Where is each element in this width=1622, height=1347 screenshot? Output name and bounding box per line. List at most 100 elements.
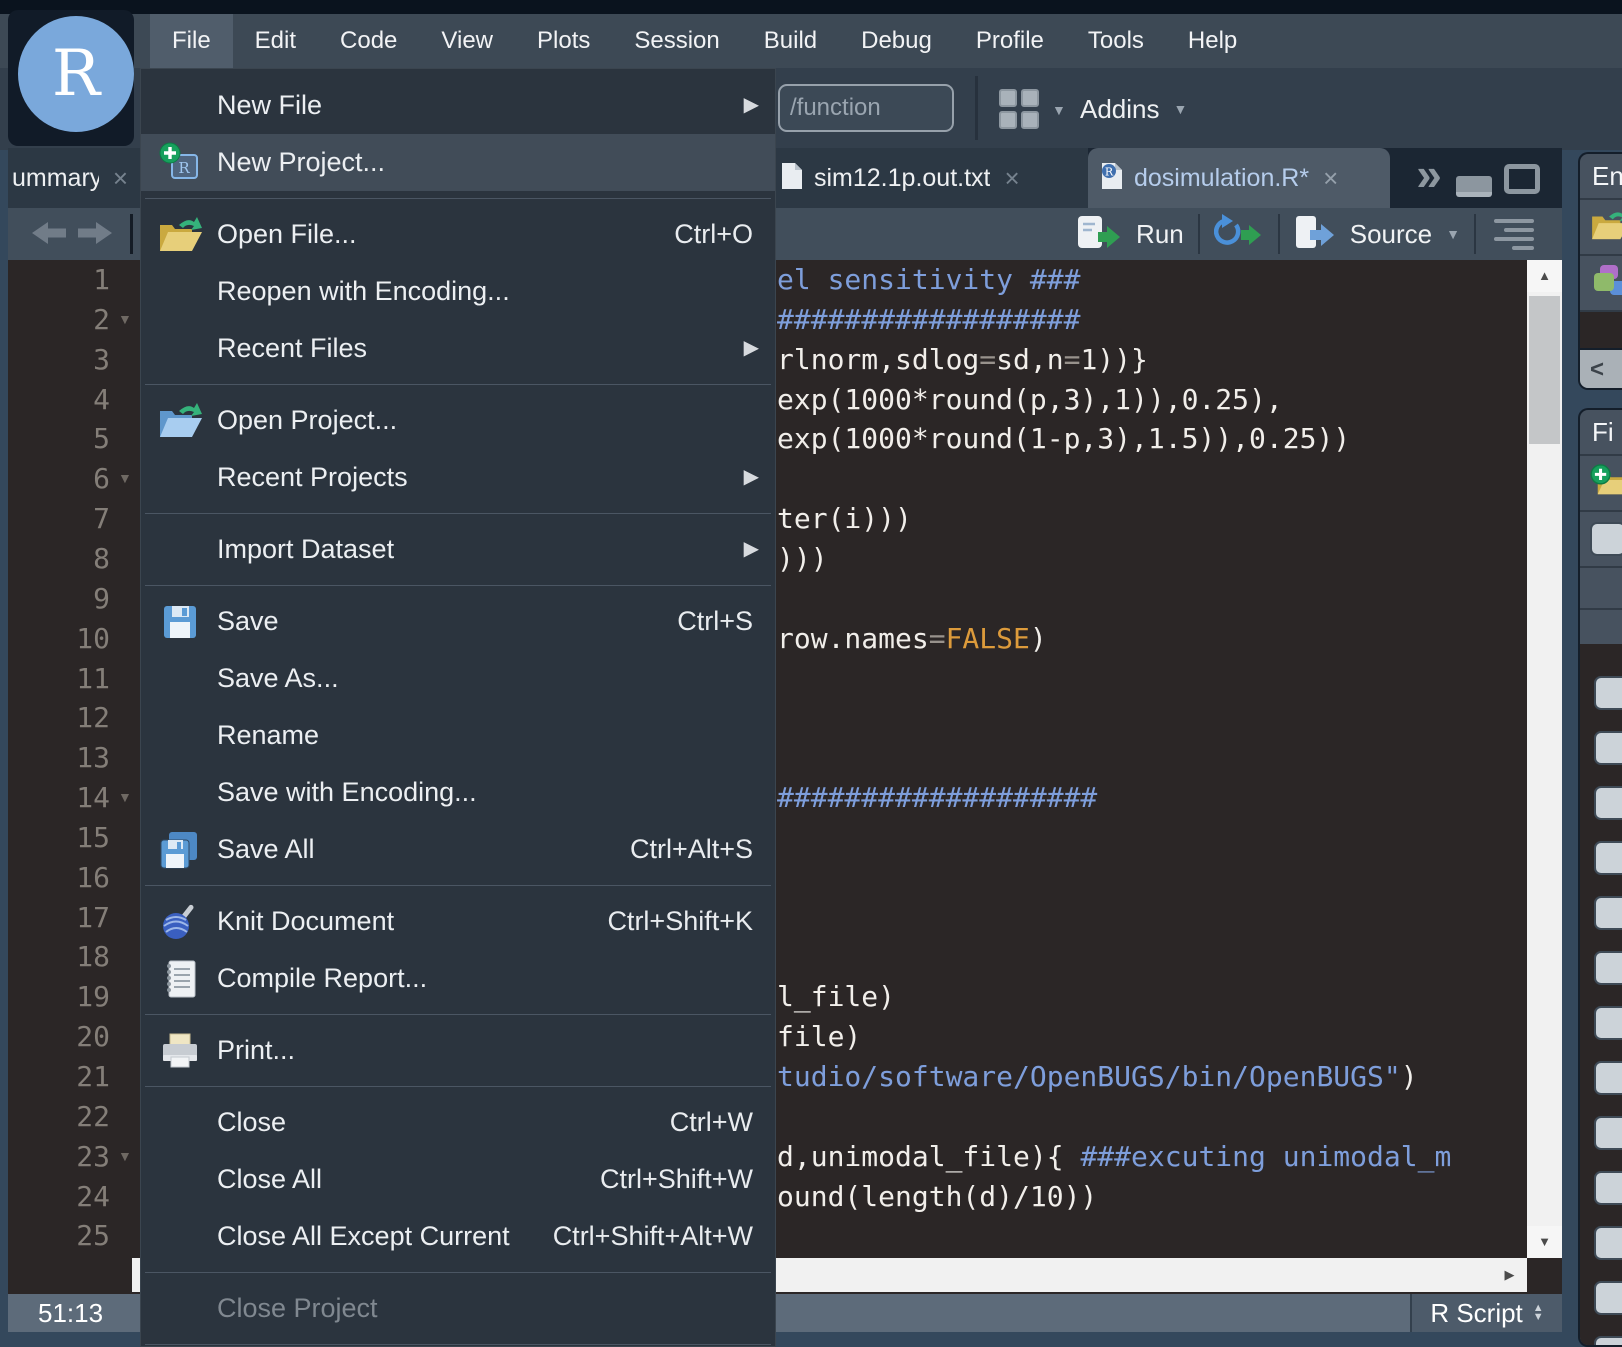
code-text: ################## — [777, 300, 1080, 340]
menu-item-save-all[interactable]: Save AllCtrl+Alt+S — [141, 821, 775, 878]
file-row-checkbox[interactable] — [1594, 731, 1622, 765]
source-icon[interactable] — [1294, 214, 1336, 255]
menubar-item-profile[interactable]: Profile — [954, 14, 1066, 68]
file-menu-dropdown: New File▶RNew Project... Open File... Ctrl… — [140, 68, 776, 1347]
select-all-checkbox[interactable] — [1580, 512, 1622, 568]
import-dataset-button[interactable] — [1580, 256, 1622, 312]
maximize-pane-icon[interactable] — [1504, 164, 1540, 194]
minimize-pane-icon[interactable] — [1456, 176, 1492, 197]
menu-item-close[interactable]: CloseCtrl+W — [141, 1094, 775, 1151]
run-button[interactable]: Run — [1136, 219, 1184, 250]
menubar-item-code[interactable]: Code — [318, 14, 419, 68]
fold-marker-icon[interactable]: ▼ — [118, 459, 132, 499]
nav-back-button[interactable]: < — [1580, 350, 1622, 390]
forward-icon[interactable] — [76, 220, 114, 251]
line-number: 17 — [8, 898, 110, 938]
tab-sim-output[interactable]: sim12.1p.out.txt × — [768, 148, 1088, 208]
menu-item-save[interactable]: SaveCtrl+S — [141, 593, 775, 650]
scroll-down-icon[interactable]: ▼ — [1527, 1226, 1562, 1258]
menubar-item-debug[interactable]: Debug — [839, 14, 954, 68]
fold-marker-icon[interactable]: ▼ — [118, 1137, 132, 1177]
menu-item-print[interactable]: Print... — [141, 1022, 775, 1079]
file-row-checkbox[interactable] — [1594, 951, 1622, 985]
menu-item-label: Close — [217, 1094, 286, 1151]
file-type-selector[interactable]: R Script ▲▼ — [1412, 1294, 1562, 1332]
file-row-checkbox[interactable] — [1594, 1116, 1622, 1150]
tab-summary[interactable]: ummary.R × — [8, 148, 140, 208]
file-type-caret-icon: ▲▼ — [1533, 1304, 1544, 1322]
tab-overflow-chevron-icon[interactable]: » — [1402, 148, 1456, 208]
back-icon[interactable] — [30, 220, 68, 251]
file-row-checkbox[interactable] — [1594, 1281, 1622, 1315]
fold-marker-icon[interactable]: ▼ — [118, 300, 132, 340]
code-text: l_file) — [777, 977, 895, 1017]
menu-item-new-file[interactable]: New File▶ — [141, 77, 775, 134]
scroll-up-icon[interactable]: ▲ — [1527, 260, 1562, 292]
menu-item-recent-files[interactable]: Recent Files▶ — [141, 320, 775, 377]
r-logo-avatar: R — [18, 16, 134, 132]
line-number: 16 — [8, 858, 110, 898]
new-folder-button[interactable] — [1580, 456, 1622, 512]
load-workspace-button[interactable] — [1580, 200, 1622, 256]
menu-item-reopen-with-encoding[interactable]: Reopen with Encoding... — [141, 263, 775, 320]
file-row-checkbox[interactable] — [1594, 1226, 1622, 1260]
menu-item-compile-report[interactable]: Compile Report... — [141, 950, 775, 1007]
menubar-item-file[interactable]: File — [150, 14, 233, 68]
rerun-icon[interactable] — [1214, 213, 1264, 256]
file-row-checkbox[interactable] — [1594, 786, 1622, 820]
menu-item-close-all-except-current[interactable]: Close All Except CurrentCtrl+Shift+Alt+W — [141, 1208, 775, 1265]
addins-button[interactable]: Addins ▼ — [1080, 68, 1187, 150]
source-button[interactable]: Source — [1350, 219, 1432, 250]
file-row-checkbox[interactable] — [1594, 1006, 1622, 1040]
menu-item-open-project[interactable]: Open Project... — [141, 392, 775, 449]
tab-dosimulation[interactable]: R dosimulation.R* × — [1088, 148, 1390, 208]
menubar-item-build[interactable]: Build — [742, 14, 839, 68]
menubar-item-help[interactable]: Help — [1166, 14, 1259, 68]
submenu-arrow-icon: ▶ — [744, 449, 759, 506]
menu-item-rename[interactable]: Rename — [141, 707, 775, 764]
menubar-item-view[interactable]: View — [419, 14, 515, 68]
menu-item-label: Compile Report... — [217, 950, 427, 1007]
tab-dosimulation-close-icon[interactable]: × — [1323, 163, 1338, 194]
menu-item-label: Knit Document — [217, 893, 394, 950]
tab-summary-close-icon[interactable]: × — [113, 163, 128, 194]
menu-item-import-dataset[interactable]: Import Dataset▶ — [141, 521, 775, 578]
tab-summary-label: ummary.R — [12, 164, 99, 193]
code-text: ter(i))) — [777, 499, 912, 539]
menubar-item-session[interactable]: Session — [612, 14, 741, 68]
document-outline-icon[interactable] — [1490, 219, 1534, 250]
menu-item-knit-document[interactable]: Knit DocumentCtrl+Shift+K — [141, 893, 775, 950]
menu-item-label: Open File... — [217, 206, 357, 263]
toolbar-divider — [1474, 214, 1476, 254]
menubar-item-tools[interactable]: Tools — [1066, 14, 1166, 68]
menu-item-close-all[interactable]: Close AllCtrl+Shift+W — [141, 1151, 775, 1208]
pane-layout-caret-icon[interactable]: ▼ — [1052, 102, 1066, 118]
menu-item-save-with-encoding[interactable]: Save with Encoding... — [141, 764, 775, 821]
file-row-checkbox[interactable] — [1594, 841, 1622, 875]
open-file-icon — [155, 206, 205, 263]
menu-item-recent-projects[interactable]: Recent Projects▶ — [141, 449, 775, 506]
file-row-checkbox[interactable] — [1594, 676, 1622, 710]
goto-function-input[interactable] — [778, 84, 954, 132]
source-caret-icon[interactable]: ▼ — [1446, 226, 1460, 242]
scroll-right-icon[interactable]: ▶ — [1492, 1258, 1527, 1292]
line-number: 4 — [8, 380, 110, 420]
file-type-label: R Script — [1430, 1298, 1522, 1329]
menubar-item-edit[interactable]: Edit — [233, 14, 318, 68]
line-number: 7 — [8, 499, 110, 539]
fold-marker-icon[interactable]: ▼ — [118, 778, 132, 818]
vertical-scrollbar-thumb[interactable] — [1529, 296, 1560, 444]
menu-item-shortcut: Ctrl+O — [674, 206, 753, 263]
menu-item-open-file[interactable]: Open File... Ctrl+O — [141, 206, 775, 263]
menu-item-new-project[interactable]: RNew Project... — [141, 134, 775, 191]
pane-layout-button[interactable] — [998, 88, 1044, 132]
menu-item-save-as[interactable]: Save As... — [141, 650, 775, 707]
vertical-scrollbar[interactable]: ▲ ▼ — [1527, 260, 1562, 1258]
file-row-checkbox[interactable] — [1594, 896, 1622, 930]
tab-sim-output-close-icon[interactable]: × — [1004, 163, 1019, 194]
file-row-checkbox[interactable] — [1594, 1061, 1622, 1095]
menubar-item-plots[interactable]: Plots — [515, 14, 612, 68]
run-icon[interactable] — [1076, 214, 1122, 255]
file-row-checkbox[interactable] — [1594, 1171, 1622, 1205]
file-row-checkbox[interactable] — [1594, 1336, 1622, 1347]
